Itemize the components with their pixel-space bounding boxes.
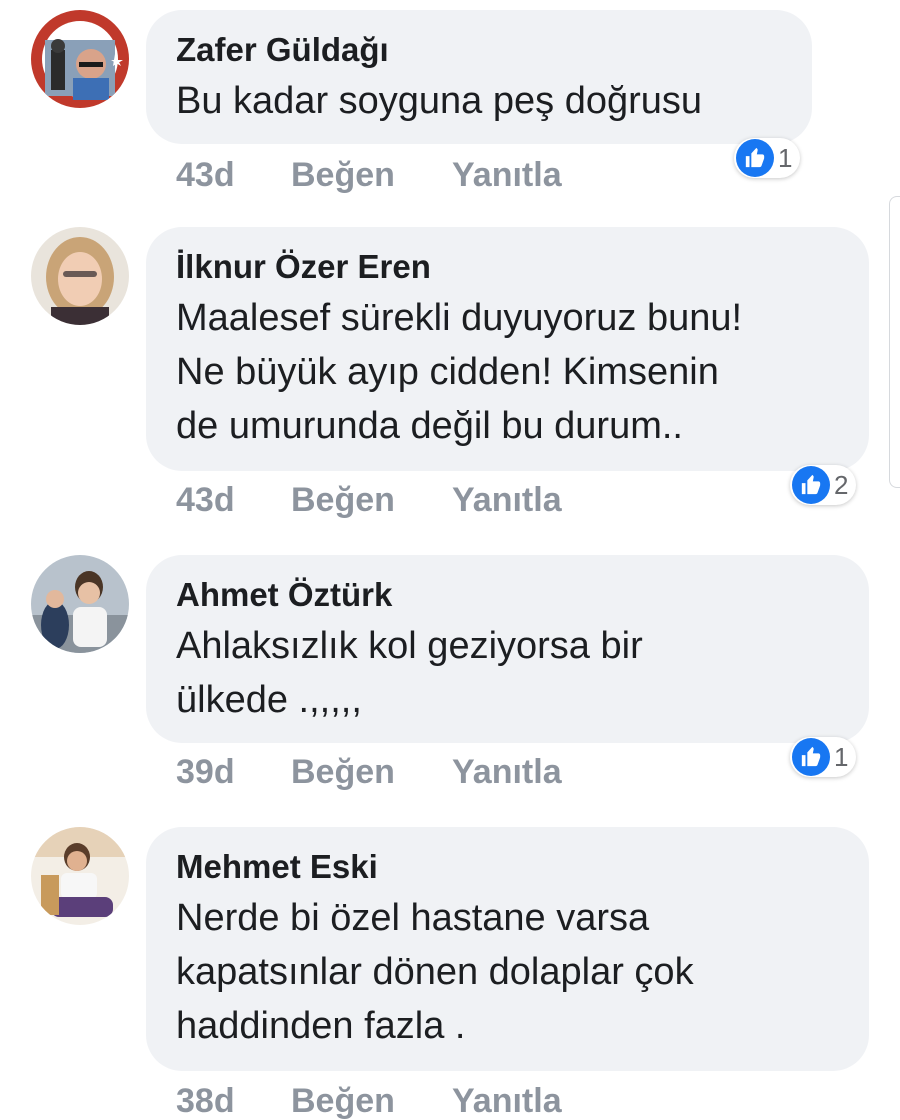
comment-actions: 43d Beğen Yanıtla (176, 481, 562, 520)
thumbs-up-icon (792, 738, 830, 776)
avatar[interactable] (31, 827, 129, 925)
comment-text-line: Bu kadar soyguna peş doğrusu (176, 80, 703, 122)
avatar[interactable] (31, 10, 129, 108)
reply-button[interactable]: Yanıtla (452, 1082, 562, 1120)
reply-button[interactable]: Yanıtla (452, 156, 562, 195)
comment-feed: Zafer Güldağı Bu kadar soyguna peş doğru… (0, 0, 900, 1120)
comment-text-line: Maalesef sürekli duyuyoruz bunu! (176, 297, 743, 339)
comment-text-line: kapatsınlar dönen dolaplar çok (176, 951, 694, 993)
reply-button[interactable]: Yanıtla (452, 481, 562, 520)
reply-button[interactable]: Yanıtla (452, 753, 562, 792)
comment-bubble: Zafer Güldağı Bu kadar soyguna peş doğru… (146, 10, 812, 144)
thumbs-up-icon (736, 139, 774, 177)
comment-author[interactable]: Mehmet Eski (176, 847, 839, 887)
comment-text-line: ülkede .,,,,, (176, 679, 362, 721)
like-button[interactable]: Beğen (291, 156, 452, 195)
comment-text-line: Ne büyük ayıp cidden! Kimsenin (176, 351, 719, 393)
comment-bubble: İlknur Özer Eren Maalesef sürekli duyuyo… (146, 227, 869, 471)
comment-text-line: Ahlaksızlık kol geziyorsa bir (176, 625, 643, 667)
comment-author[interactable]: İlknur Özer Eren (176, 247, 839, 287)
comment-timestamp[interactable]: 38d (176, 1082, 291, 1120)
comment-actions: 39d Beğen Yanıtla (176, 753, 562, 792)
comment-bubble: Mehmet Eski Nerde bi özel hastane varsa … (146, 827, 869, 1071)
comment-actions: 38d Beğen Yanıtla (176, 1082, 562, 1120)
comment-author[interactable]: Zafer Güldağı (176, 30, 782, 70)
like-button[interactable]: Beğen (291, 481, 452, 520)
scrollbar[interactable] (889, 196, 900, 488)
comment-bubble: Ahmet Öztürk Ahlaksızlık kol geziyorsa b… (146, 555, 869, 743)
reaction-count: 1 (778, 142, 793, 173)
reaction-count: 1 (834, 741, 849, 772)
reaction-summary[interactable]: 1 (734, 138, 801, 178)
reaction-summary[interactable]: 2 (790, 465, 857, 505)
comment-text-line: Nerde bi özel hastane varsa (176, 897, 650, 939)
comment-timestamp[interactable]: 43d (176, 156, 291, 195)
comment-actions: 43d Beğen Yanıtla (176, 156, 562, 195)
like-button[interactable]: Beğen (291, 1082, 452, 1120)
like-button[interactable]: Beğen (291, 753, 452, 792)
comment-author[interactable]: Ahmet Öztürk (176, 575, 839, 615)
reaction-summary[interactable]: 1 (790, 737, 857, 777)
comment-text-line: haddinden fazla . (176, 1005, 466, 1047)
avatar[interactable] (31, 227, 129, 325)
reaction-count: 2 (834, 469, 849, 500)
comment-timestamp[interactable]: 39d (176, 753, 291, 792)
comment-timestamp[interactable]: 43d (176, 481, 291, 520)
comment-text-line: de umurunda değil bu durum.. (176, 405, 683, 447)
avatar[interactable] (31, 555, 129, 653)
thumbs-up-icon (792, 466, 830, 504)
